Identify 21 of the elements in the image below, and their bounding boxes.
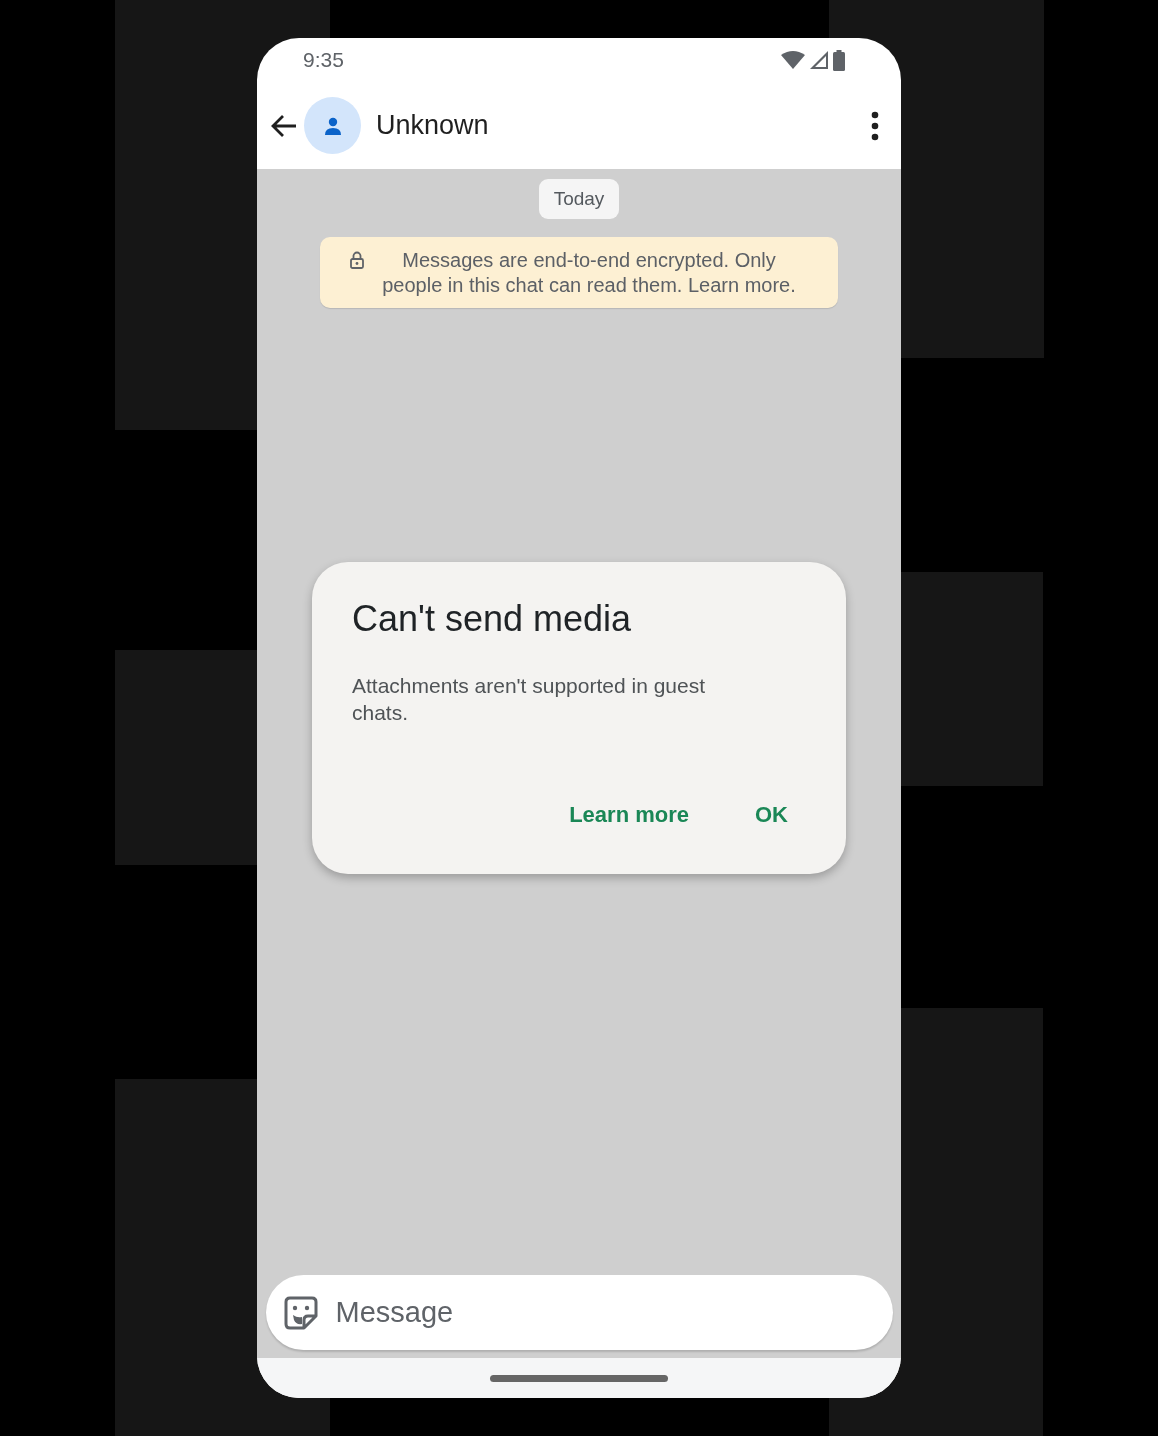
- message-field[interactable]: Message: [265, 1275, 893, 1350]
- wifi-icon: [781, 51, 805, 69]
- person-icon: [322, 115, 343, 136]
- secondary-button[interactable]: Learn more: [551, 794, 707, 836]
- dialog-message: Attachments aren't supported in guest chats.: [352, 673, 707, 726]
- back-arrow-icon[interactable]: [270, 113, 298, 138]
- sticker-icon[interactable]: [283, 1295, 318, 1330]
- encryption-notice[interactable]: Messages are end-to-end encrypted. Only people in this chat can read them. Learn more.: [320, 237, 838, 308]
- contact-name: Unknown: [376, 110, 490, 141]
- home-handle[interactable]: [490, 1374, 668, 1382]
- more-options-icon[interactable]: [871, 110, 879, 141]
- encryption-notice-text: Messages are end-to-end encrypted. Only people in this chat can read them. Learn more.: [381, 248, 797, 298]
- avatar[interactable]: [304, 97, 361, 154]
- dialog-title: Can't send media: [352, 598, 632, 640]
- message-input[interactable]: Message: [333, 1295, 875, 1330]
- lock-icon: [350, 251, 364, 269]
- signal-icon: [809, 50, 829, 70]
- status-time: 9:35: [303, 48, 344, 72]
- date-chip: Today: [538, 179, 620, 219]
- confirm-button[interactable]: OK: [737, 794, 806, 836]
- battery-icon: [833, 49, 845, 71]
